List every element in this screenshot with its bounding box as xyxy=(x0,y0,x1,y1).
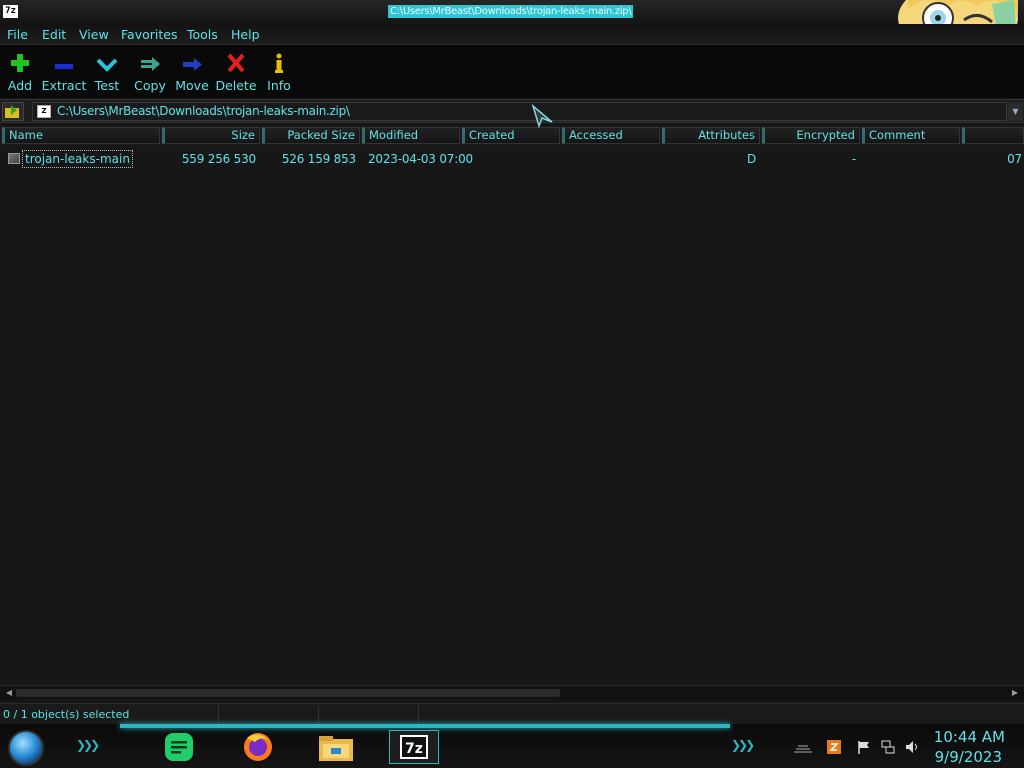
network-bars-icon[interactable] xyxy=(792,740,814,754)
start-button[interactable] xyxy=(8,730,44,766)
column-headers: Name Size Packed Size Modified Created A… xyxy=(0,126,1024,145)
horizontal-scrollbar[interactable]: ◀ ▶ xyxy=(0,685,1024,699)
title-bar: 7z C:\Users\MrBeast\Downloads\trojan-lea… xyxy=(0,0,1024,54)
folder-up-icon xyxy=(5,105,19,118)
row-modified: 2023-04-03 07:00 xyxy=(368,152,473,166)
menu-help[interactable]: Help xyxy=(231,27,260,42)
7zip-app-icon[interactable]: 7z xyxy=(3,5,18,18)
file-explorer-icon xyxy=(319,736,353,761)
zip-archive-icon: Z xyxy=(37,105,51,118)
column-header-created[interactable]: Created xyxy=(462,127,560,144)
column-header-attributes[interactable]: Attributes xyxy=(662,127,760,144)
firefox-icon xyxy=(244,733,272,761)
info-button[interactable]: Info xyxy=(255,52,303,93)
path-input[interactable]: Z C:\Users\MrBeast\Downloads\trojan-leak… xyxy=(32,102,1007,121)
column-header-extra[interactable] xyxy=(962,127,1024,144)
minus-icon xyxy=(52,52,76,74)
folder-up-button[interactable] xyxy=(2,102,24,121)
status-bar: 0 / 1 object(s) selected xyxy=(0,703,1024,724)
status-divider xyxy=(318,706,319,723)
move-label: Move xyxy=(175,78,209,93)
status-divider xyxy=(418,706,419,723)
row-packed-size: 526 159 853 xyxy=(281,152,356,166)
network-icon[interactable] xyxy=(881,740,895,754)
taskbar: ❯❯❯ 7z ❯❯❯ 10:44 AM 9/9/2023 xyxy=(0,724,1024,768)
menu-favorites[interactable]: Favorites xyxy=(121,27,177,42)
test-button[interactable]: Test xyxy=(83,52,131,93)
action-center-flag-icon[interactable] xyxy=(857,740,871,754)
menu-edit[interactable]: Edit xyxy=(42,27,66,42)
test-label: Test xyxy=(94,78,120,93)
java-update-icon[interactable] xyxy=(827,740,841,754)
column-header-comment[interactable]: Comment xyxy=(862,127,960,144)
menu-view[interactable]: View xyxy=(79,27,109,42)
status-divider xyxy=(218,706,219,723)
taskbar-file-explorer[interactable] xyxy=(311,730,361,764)
notes-app-icon xyxy=(165,733,193,761)
add-label: Add xyxy=(7,78,33,93)
address-bar: Z C:\Users\MrBeast\Downloads\trojan-leak… xyxy=(0,99,1024,123)
plus-icon xyxy=(8,52,32,74)
7zip-icon-label: 7z xyxy=(405,741,423,757)
move-button[interactable]: Move xyxy=(168,52,216,93)
clock-time[interactable]: 10:44 AM xyxy=(934,728,1005,746)
window-title: C:\Users\MrBeast\Downloads\trojan-leaks-… xyxy=(388,5,634,18)
clock-date[interactable]: 9/9/2023 xyxy=(935,748,1002,766)
info-label: Info xyxy=(267,78,291,93)
check-icon xyxy=(95,52,119,74)
scroll-right-icon[interactable]: ▶ xyxy=(1008,687,1022,699)
selection-status: 0 / 1 object(s) selected xyxy=(3,708,130,721)
delete-label: Delete xyxy=(215,78,257,93)
taskbar-accent xyxy=(120,724,730,728)
delete-button[interactable]: Delete xyxy=(212,52,260,93)
7zip-icon: 7z xyxy=(400,735,428,759)
menu-tools[interactable]: Tools xyxy=(187,27,218,42)
taskbar-firefox[interactable] xyxy=(233,730,283,764)
column-header-size[interactable]: Size xyxy=(162,127,260,144)
info-icon xyxy=(267,52,291,74)
row-overflow-value: 07 xyxy=(1007,152,1022,166)
move-arrow-icon xyxy=(180,52,204,74)
mouse-cursor-icon xyxy=(531,104,553,128)
row-name[interactable]: trojan-leaks-main xyxy=(22,150,133,168)
column-header-modified[interactable]: Modified xyxy=(362,127,460,144)
copy-label: Copy xyxy=(134,78,166,93)
path-dropdown-button[interactable]: ▼ xyxy=(1008,102,1023,121)
folder-icon xyxy=(8,153,20,164)
extract-label: Extract xyxy=(41,78,87,93)
taskbar-7zip[interactable]: 7z xyxy=(389,730,439,764)
menu-bar: File Edit View Favorites Tools Help xyxy=(0,24,1024,45)
taskbar-notes-app[interactable] xyxy=(155,730,205,764)
table-row[interactable]: trojan-leaks-main 559 256 530 526 159 85… xyxy=(0,148,1024,168)
row-encrypted: - xyxy=(851,152,856,166)
path-text: C:\Users\MrBeast\Downloads\trojan-leaks-… xyxy=(57,104,350,118)
column-header-encrypted[interactable]: Encrypted xyxy=(762,127,860,144)
chevron-decor-icon: ❯❯❯ xyxy=(731,738,755,752)
column-header-accessed[interactable]: Accessed xyxy=(562,127,660,144)
chevron-decor-icon: ❯❯❯ xyxy=(76,738,100,752)
column-header-name[interactable]: Name xyxy=(2,127,160,144)
file-list[interactable]: trojan-leaks-main 559 256 530 526 159 85… xyxy=(0,145,1024,685)
copy-arrow-icon xyxy=(138,52,162,74)
menu-file[interactable]: File xyxy=(7,27,28,42)
row-size: 559 256 530 xyxy=(181,152,256,166)
row-attributes: D xyxy=(746,152,756,166)
scroll-thumb[interactable] xyxy=(16,689,560,697)
copy-button[interactable]: Copy xyxy=(126,52,174,93)
column-header-packed-size[interactable]: Packed Size xyxy=(262,127,360,144)
volume-icon[interactable] xyxy=(905,740,919,754)
scroll-left-icon[interactable]: ◀ xyxy=(2,687,16,699)
extract-button[interactable]: Extract xyxy=(40,52,88,93)
add-button[interactable]: Add xyxy=(0,52,44,93)
x-icon xyxy=(224,52,248,74)
toolbar: Add Extract Test Copy Move Delete Info xyxy=(0,45,1024,98)
